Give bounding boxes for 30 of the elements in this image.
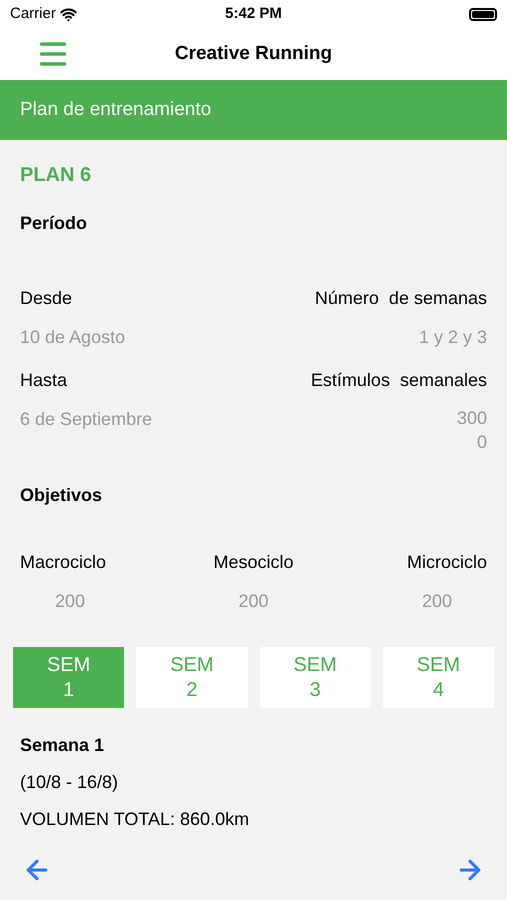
section-heading: Período <box>20 212 88 235</box>
week-tab[interactable]: SEM 3 <box>260 647 371 708</box>
objective-value: 200 <box>420 590 454 613</box>
objective-label: Microciclo <box>406 551 487 574</box>
volume-text: VOLUMEN TOTAL: 860.0km <box>20 808 250 831</box>
carrier-label: Carrier <box>10 4 56 24</box>
nav-title: Creative Running <box>174 42 334 66</box>
week-tab[interactable]: SEM 4 <box>382 647 494 708</box>
week-tab[interactable]: SEM 1 <box>13 647 124 708</box>
objective-value: 200 <box>237 590 270 613</box>
week-range: (10/8 - 16/8) <box>20 771 120 794</box>
week-tab[interactable]: SEM 2 <box>136 647 248 708</box>
field-label: Hasta <box>20 369 68 392</box>
status-time: 5:42 PM <box>225 4 282 24</box>
week-title: Semana 1 <box>20 734 106 757</box>
section-heading: Objetivos <box>20 484 104 507</box>
battery-icon <box>468 8 497 20</box>
field-value: 6 de Septiembre <box>20 408 152 431</box>
header-title: Plan de entrenamiento <box>20 98 212 122</box>
field-label: Desde <box>20 287 72 310</box>
objective-label: Macrociclo <box>20 551 106 574</box>
wifi-icon <box>60 6 77 22</box>
field-label: Estímulos semanales <box>310 369 487 392</box>
field-value: 10 de Agosto <box>20 326 126 349</box>
objective-label: Mesociclo <box>213 551 294 574</box>
field-label: Número de semanas <box>314 287 487 310</box>
field-value: 1 y 2 y 3 <box>418 326 487 349</box>
field-value: 3000 <box>456 407 487 454</box>
objective-value: 200 <box>54 590 86 613</box>
plan-name: PLAN 6 <box>20 163 92 188</box>
